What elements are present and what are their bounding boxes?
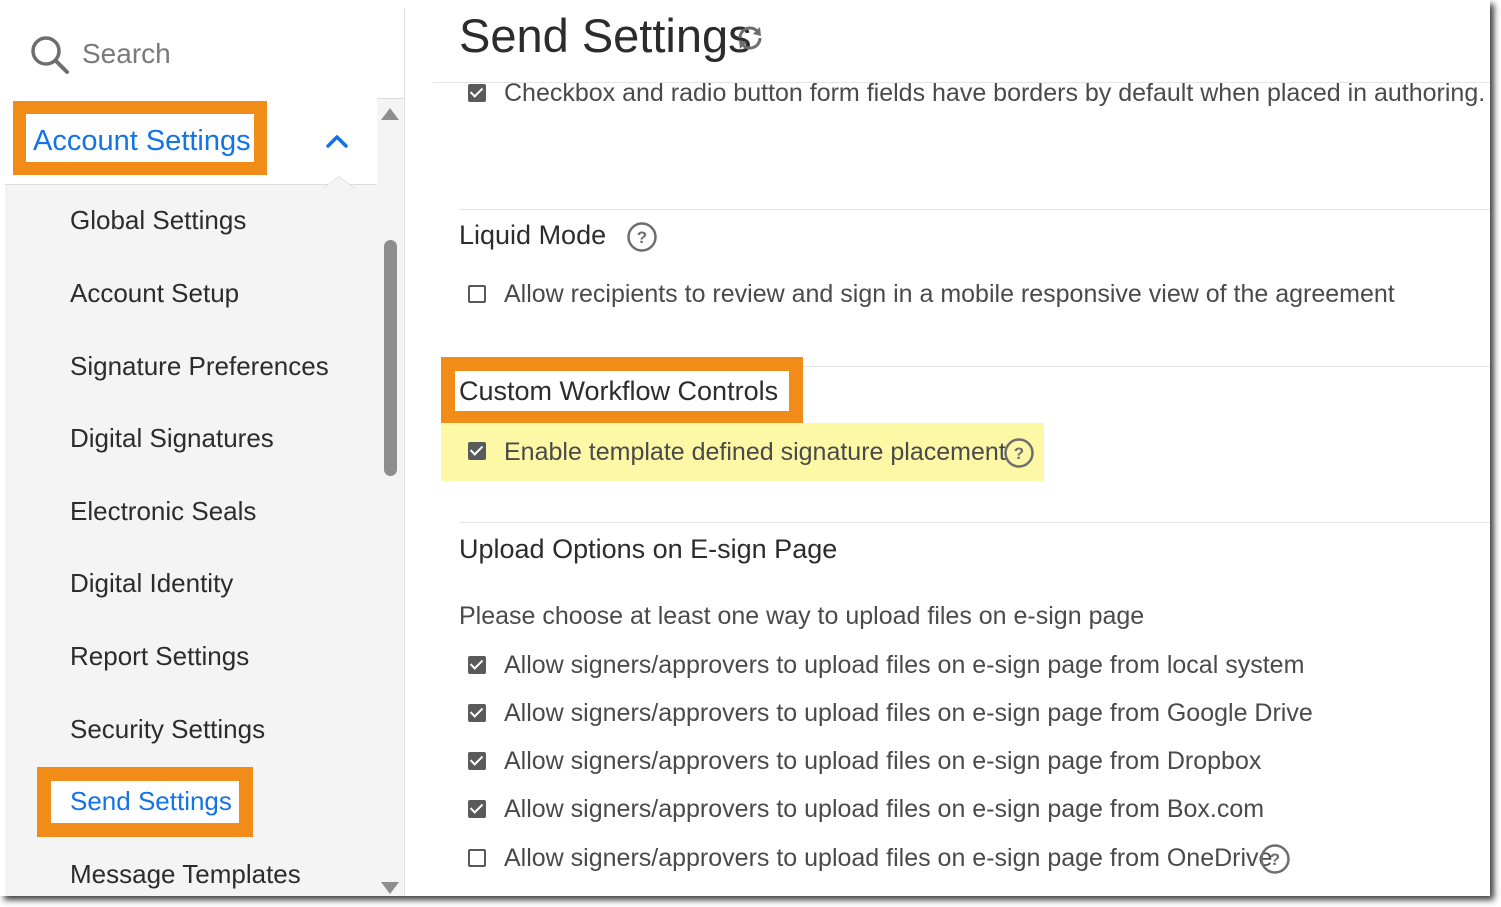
sidebar-item-security-settings[interactable]: Security Settings bbox=[70, 714, 265, 745]
option-label: Allow signers/approvers to upload files … bbox=[504, 651, 1305, 679]
chevron-up-icon[interactable] bbox=[324, 132, 350, 150]
search-input[interactable]: Search bbox=[5, 8, 404, 99]
section-pointer bbox=[323, 176, 355, 188]
section-title-upload-options: Upload Options on E-sign Page bbox=[459, 534, 838, 564]
svg-text:?: ? bbox=[637, 228, 647, 247]
sidebar-section-label: Account Settings bbox=[33, 125, 251, 157]
scrollbar-thumb[interactable] bbox=[384, 240, 397, 476]
app-window: Search Account Settings Global Settings … bbox=[0, 0, 1490, 896]
svg-text:?: ? bbox=[1270, 850, 1280, 869]
sidebar-item-report-settings[interactable]: Report Settings bbox=[70, 641, 249, 672]
checkbox-upload-dropbox[interactable] bbox=[468, 752, 486, 770]
search-icon bbox=[31, 36, 69, 74]
checkbox-upload-onedrive[interactable] bbox=[468, 849, 486, 867]
option-label: Checkbox and radio button form fields ha… bbox=[504, 79, 1486, 107]
checkbox-liquid-mode[interactable] bbox=[468, 285, 486, 303]
sidebar-item-account-setup[interactable]: Account Setup bbox=[70, 278, 239, 309]
section-title-liquid-mode: Liquid Mode bbox=[459, 220, 607, 250]
divider bbox=[459, 522, 1490, 523]
help-icon[interactable]: ? bbox=[1003, 437, 1035, 469]
sidebar-item-electronic-seals[interactable]: Electronic Seals bbox=[70, 496, 256, 527]
sidebar-item-send-settings[interactable]: Send Settings bbox=[70, 786, 232, 817]
help-icon[interactable]: ? bbox=[626, 221, 658, 253]
option-label: Allow signers/approvers to upload files … bbox=[504, 747, 1262, 775]
option-label: Allow signers/approvers to upload files … bbox=[504, 699, 1313, 727]
section-title-custom-workflow-controls: Custom Workflow Controls bbox=[459, 376, 779, 406]
scroll-down-icon[interactable] bbox=[380, 881, 400, 895]
sidebar: Search Account Settings Global Settings … bbox=[5, 8, 405, 896]
section-description: Please choose at least one way to upload… bbox=[459, 602, 1145, 630]
checkbox-upload-google-drive[interactable] bbox=[468, 704, 486, 722]
option-label: Allow signers/approvers to upload files … bbox=[504, 795, 1265, 823]
checkbox-template-signature-placement[interactable] bbox=[468, 442, 486, 460]
checkbox-form-field-borders[interactable] bbox=[468, 84, 486, 102]
sidebar-item-signature-preferences[interactable]: Signature Preferences bbox=[70, 351, 329, 382]
divider bbox=[459, 209, 1490, 210]
sidebar-item-digital-signatures[interactable]: Digital Signatures bbox=[70, 423, 274, 454]
checkbox-upload-local-system[interactable] bbox=[468, 656, 486, 674]
scroll-up-icon[interactable] bbox=[380, 107, 400, 121]
refresh-icon[interactable] bbox=[735, 24, 765, 52]
page-title: Send Settings bbox=[459, 9, 752, 62]
sidebar-section-account-settings[interactable]: Account Settings bbox=[5, 98, 377, 185]
help-icon[interactable]: ? bbox=[1259, 843, 1291, 875]
sidebar-item-digital-identity[interactable]: Digital Identity bbox=[70, 568, 233, 599]
svg-text:?: ? bbox=[1014, 444, 1024, 463]
search-placeholder: Search bbox=[82, 38, 171, 69]
option-label: Enable template defined signature placem… bbox=[504, 438, 1006, 466]
sidebar-item-global-settings[interactable]: Global Settings bbox=[70, 205, 246, 236]
checkbox-upload-box[interactable] bbox=[468, 800, 486, 818]
sidebar-item-message-templates[interactable]: Message Templates bbox=[70, 859, 301, 890]
main-content: Send Settings Checkbox and radio button … bbox=[405, 0, 1490, 896]
option-label: Allow signers/approvers to upload files … bbox=[504, 844, 1273, 872]
option-label: Allow recipients to review and sign in a… bbox=[504, 280, 1395, 308]
